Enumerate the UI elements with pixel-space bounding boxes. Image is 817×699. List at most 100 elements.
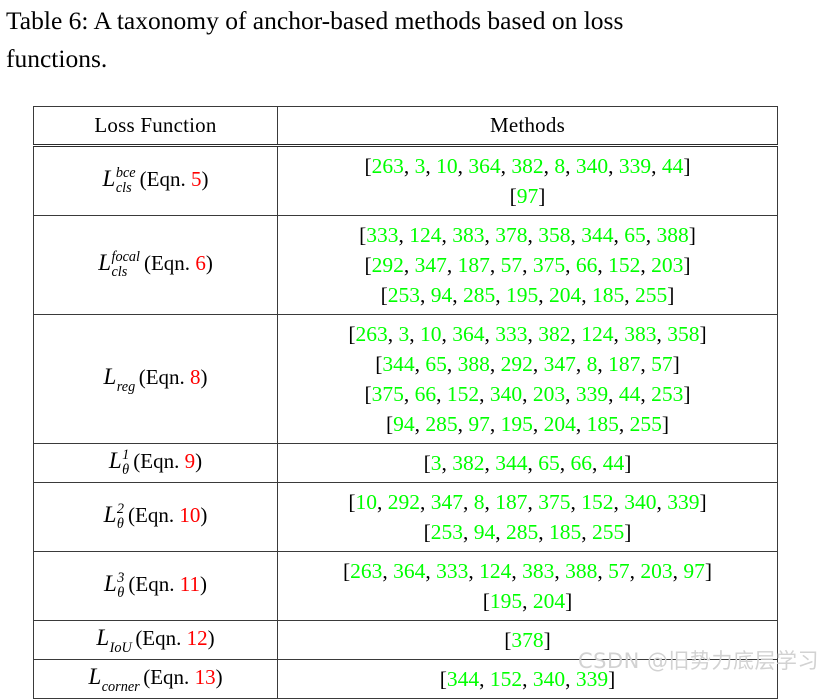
citation-reference[interactable]: 292: [372, 253, 404, 277]
citation-reference[interactable]: 8: [474, 490, 485, 514]
citation-reference[interactable]: 333: [495, 322, 527, 346]
citation-reference[interactable]: 253: [431, 520, 463, 544]
citation-reference[interactable]: 378: [495, 223, 527, 247]
citation-reference[interactable]: 65: [425, 352, 447, 376]
equation-number[interactable]: 12: [187, 626, 208, 650]
citation-reference[interactable]: 364: [452, 322, 484, 346]
citation-reference[interactable]: 382: [538, 322, 570, 346]
citation-reference[interactable]: 285: [506, 520, 538, 544]
citation-reference[interactable]: 375: [533, 253, 565, 277]
citation-reference[interactable]: 382: [452, 451, 484, 475]
citation-reference[interactable]: 8: [587, 352, 598, 376]
citation-reference[interactable]: 339: [576, 667, 608, 691]
citation-reference[interactable]: 358: [667, 322, 699, 346]
citation-reference[interactable]: 187: [608, 352, 640, 376]
citation-reference[interactable]: 364: [393, 559, 425, 583]
citation-reference[interactable]: 344: [495, 451, 527, 475]
citation-reference[interactable]: 358: [538, 223, 570, 247]
citation-reference[interactable]: 340: [490, 382, 522, 406]
citation-reference[interactable]: 185: [587, 412, 619, 436]
citation-reference[interactable]: 255: [592, 520, 624, 544]
citation-reference[interactable]: 3: [431, 451, 442, 475]
citation-reference[interactable]: 339: [576, 382, 608, 406]
citation-reference[interactable]: 203: [640, 559, 672, 583]
citation-reference[interactable]: 203: [651, 253, 683, 277]
citation-reference[interactable]: 382: [511, 154, 543, 178]
citation-reference[interactable]: 333: [436, 559, 468, 583]
citation-reference[interactable]: 375: [538, 490, 570, 514]
citation-reference[interactable]: 203: [533, 382, 565, 406]
citation-reference[interactable]: 57: [608, 559, 630, 583]
citation-reference[interactable]: 124: [581, 322, 613, 346]
citation-reference[interactable]: 97: [517, 184, 539, 208]
citation-reference[interactable]: 263: [350, 559, 382, 583]
citation-reference[interactable]: 364: [468, 154, 500, 178]
citation-reference[interactable]: 66: [576, 253, 598, 277]
citation-reference[interactable]: 388: [458, 352, 490, 376]
citation-reference[interactable]: 375: [372, 382, 404, 406]
citation-reference[interactable]: 383: [624, 322, 656, 346]
citation-reference[interactable]: 204: [533, 589, 565, 613]
equation-number[interactable]: 5: [191, 167, 202, 191]
citation-reference[interactable]: 333: [366, 223, 398, 247]
citation-reference[interactable]: 344: [447, 667, 479, 691]
citation-reference[interactable]: 263: [356, 322, 388, 346]
citation-reference[interactable]: 3: [415, 154, 426, 178]
citation-reference[interactable]: 65: [624, 223, 646, 247]
citation-reference[interactable]: 94: [431, 283, 453, 307]
citation-reference[interactable]: 57: [651, 352, 673, 376]
citation-reference[interactable]: 66: [571, 451, 593, 475]
equation-number[interactable]: 8: [190, 365, 201, 389]
citation-reference[interactable]: 263: [372, 154, 404, 178]
citation-reference[interactable]: 44: [603, 451, 625, 475]
citation-reference[interactable]: 347: [544, 352, 576, 376]
citation-reference[interactable]: 383: [452, 223, 484, 247]
equation-number[interactable]: 11: [180, 572, 200, 596]
citation-reference[interactable]: 10: [420, 322, 442, 346]
citation-reference[interactable]: 65: [538, 451, 560, 475]
citation-reference[interactable]: 66: [415, 382, 437, 406]
citation-reference[interactable]: 97: [683, 559, 705, 583]
citation-reference[interactable]: 285: [463, 283, 495, 307]
citation-reference[interactable]: 10: [436, 154, 458, 178]
citation-reference[interactable]: 124: [409, 223, 441, 247]
citation-reference[interactable]: 383: [522, 559, 554, 583]
citation-reference[interactable]: 185: [592, 283, 624, 307]
citation-reference[interactable]: 94: [474, 520, 496, 544]
citation-reference[interactable]: 152: [581, 490, 613, 514]
citation-reference[interactable]: 285: [425, 412, 457, 436]
citation-reference[interactable]: 204: [549, 283, 581, 307]
equation-number[interactable]: 10: [179, 503, 200, 527]
citation-reference[interactable]: 339: [667, 490, 699, 514]
citation-reference[interactable]: 185: [549, 520, 581, 544]
citation-reference[interactable]: 292: [501, 352, 533, 376]
equation-number[interactable]: 9: [185, 449, 196, 473]
citation-reference[interactable]: 340: [624, 490, 656, 514]
citation-reference[interactable]: 152: [490, 667, 522, 691]
equation-number[interactable]: 6: [195, 251, 206, 275]
citation-reference[interactable]: 195: [506, 283, 538, 307]
citation-reference[interactable]: 187: [458, 253, 490, 277]
citation-reference[interactable]: 378: [511, 628, 543, 652]
citation-reference[interactable]: 94: [393, 412, 415, 436]
citation-reference[interactable]: 97: [468, 412, 490, 436]
citation-reference[interactable]: 195: [501, 412, 533, 436]
citation-reference[interactable]: 10: [356, 490, 378, 514]
citation-reference[interactable]: 57: [501, 253, 523, 277]
citation-reference[interactable]: 340: [576, 154, 608, 178]
citation-reference[interactable]: 340: [533, 667, 565, 691]
citation-reference[interactable]: 253: [651, 382, 683, 406]
citation-reference[interactable]: 339: [619, 154, 651, 178]
citation-reference[interactable]: 255: [630, 412, 662, 436]
citation-reference[interactable]: 344: [382, 352, 414, 376]
citation-reference[interactable]: 124: [479, 559, 511, 583]
citation-reference[interactable]: 344: [581, 223, 613, 247]
citation-reference[interactable]: 44: [619, 382, 641, 406]
citation-reference[interactable]: 292: [388, 490, 420, 514]
citation-reference[interactable]: 3: [399, 322, 410, 346]
citation-reference[interactable]: 152: [447, 382, 479, 406]
citation-reference[interactable]: 388: [565, 559, 597, 583]
citation-reference[interactable]: 204: [544, 412, 576, 436]
citation-reference[interactable]: 152: [608, 253, 640, 277]
citation-reference[interactable]: 388: [657, 223, 689, 247]
